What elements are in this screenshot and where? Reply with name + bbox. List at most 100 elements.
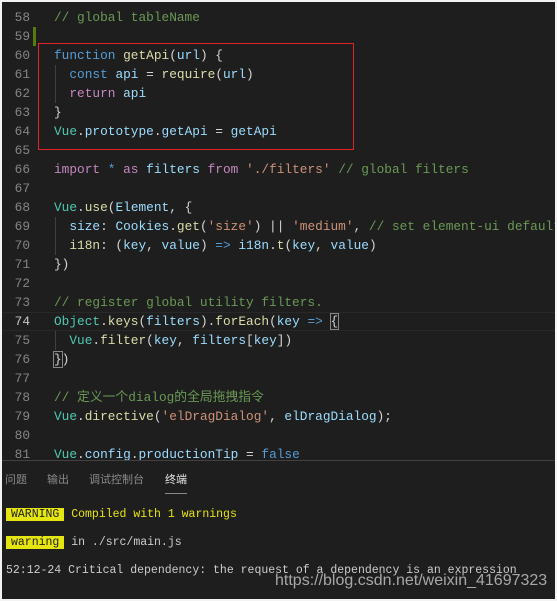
code-token: ,: [176, 333, 193, 348]
code-token: .: [130, 447, 139, 460]
code-token: {: [329, 313, 340, 330]
code-token: (: [146, 333, 154, 348]
code-line[interactable]: 76}): [2, 350, 555, 369]
line-number: 65: [14, 143, 30, 158]
code-token: Object: [54, 314, 101, 329]
tab-debug-console[interactable]: 调试控制台: [89, 471, 144, 487]
line-number: 63: [14, 105, 30, 120]
code-token: filters: [192, 333, 247, 348]
code-text: }): [53, 350, 70, 369]
code-token: ): [61, 352, 70, 367]
code-token: ,: [353, 219, 369, 234]
code-line[interactable]: 74 Object.keys(filters).forEach(key => {: [2, 312, 555, 331]
code-line[interactable]: 69 size: Cookies.get('size') || 'medium'…: [2, 217, 555, 236]
line-number: 80: [14, 428, 30, 443]
code-line[interactable]: 75 Vue.filter(key, filters[key]): [2, 331, 555, 350]
code-text: Vue.config.productionTip = false: [54, 445, 300, 460]
code-token: Vue: [54, 447, 78, 460]
line-number: 79: [14, 409, 30, 424]
code-token: =>: [307, 314, 323, 329]
code-token: ,: [269, 409, 285, 424]
line-number: 76: [14, 352, 30, 367]
code-token: .: [77, 200, 85, 215]
code-text: Vue.filter(key, filters[key]): [54, 331, 292, 350]
code-token: Vue: [69, 333, 93, 348]
code-token: Cookies: [115, 219, 170, 234]
code-token: : (: [100, 238, 124, 253]
code-token: false: [261, 447, 300, 460]
code-token: 'medium': [292, 219, 354, 234]
code-token: ): [199, 238, 216, 253]
line-number: 60: [14, 48, 30, 63]
line-number: 81: [14, 447, 30, 460]
code-line[interactable]: 81 Vue.config.productionTip = false: [2, 445, 555, 460]
code-text: Object.keys(filters).forEach(key => {: [54, 312, 340, 331]
code-token: Vue: [54, 409, 78, 424]
code-token: directive: [84, 409, 154, 424]
code-token: value: [330, 238, 369, 253]
line-number: 77: [14, 371, 30, 386]
tab-terminal[interactable]: 终端: [165, 471, 187, 487]
code-line[interactable]: 58 // global tableName: [2, 8, 555, 27]
code-line[interactable]: 80: [2, 426, 555, 445]
code-token: (: [153, 409, 162, 424]
code-token: :: [100, 219, 116, 234]
terminal-line: WARNING Compiled with 1 warnings: [6, 507, 237, 522]
code-token: './filters': [246, 162, 331, 177]
code-token: *: [100, 162, 124, 177]
code-token: Vue: [54, 200, 78, 215]
code-token: }: [53, 351, 63, 368]
code-token: // register global utility filters.: [54, 295, 323, 310]
line-number: 73: [14, 295, 30, 310]
terminal-line: warning in ./src/main.js: [6, 535, 182, 550]
terminal-text: in ./src/main.js: [71, 536, 182, 549]
code-line[interactable]: 79 Vue.directive('elDragDialog', elDragDi…: [2, 407, 555, 426]
tab-output[interactable]: 输出: [47, 471, 69, 487]
code-token: elDragDialog: [284, 409, 377, 424]
code-token: =>: [215, 238, 231, 253]
line-number: 62: [14, 86, 30, 101]
code-token: , {: [169, 200, 193, 215]
code-token: (: [269, 314, 277, 329]
code-line[interactable]: 72: [2, 274, 555, 293]
line-number: 78: [14, 390, 30, 405]
code-token: .: [77, 409, 85, 424]
code-line[interactable]: 67: [2, 179, 555, 198]
code-line[interactable]: 66 import * as filters from './filters' /…: [2, 160, 555, 179]
code-token: // global filters: [338, 162, 469, 177]
code-line[interactable]: 70 i18n: (key, value) => i18n.t(key, val…: [2, 236, 555, 255]
code-token: value: [161, 238, 200, 253]
line-number: 61: [14, 67, 30, 82]
code-token: [: [246, 333, 254, 348]
code-token: ).: [199, 314, 216, 329]
code-text: // 定义一个dialog的全局拖拽指令: [54, 388, 264, 407]
code-text: // global tableName: [54, 8, 200, 27]
code-token: size: [69, 219, 101, 234]
code-token: ): [368, 238, 377, 253]
line-number: 58: [14, 10, 30, 25]
code-editor[interactable]: 58// global tableName 59 60 function getApi…: [2, 2, 555, 460]
code-line[interactable]: 68 Vue.use(Element, {: [2, 198, 555, 217]
warning-badge: WARNING: [6, 508, 65, 521]
code-text: }): [54, 255, 69, 274]
code-token: .: [92, 333, 101, 348]
code-token: );: [376, 409, 392, 424]
code-token: filter: [100, 333, 147, 348]
highlight-annotation-box: [38, 43, 354, 150]
code-line[interactable]: 77: [2, 369, 555, 388]
code-line[interactable]: 78 // 定义一个dialog的全局拖拽指令: [2, 388, 555, 407]
code-text: i18n: (key, value) => i18n.t(key, value): [54, 236, 377, 255]
code-token: key: [123, 238, 147, 253]
line-number: 67: [14, 181, 30, 196]
code-token: from: [207, 162, 239, 177]
code-token: i18n: [69, 238, 101, 253]
code-line[interactable]: 73 // register global utility filters.: [2, 293, 555, 312]
indent-guide: [55, 331, 56, 350]
active-tab-underline: [165, 493, 187, 494]
code-line[interactable]: 71}): [2, 255, 555, 274]
indent-guide: [55, 217, 56, 255]
tab-problems[interactable]: 问题: [5, 471, 27, 487]
